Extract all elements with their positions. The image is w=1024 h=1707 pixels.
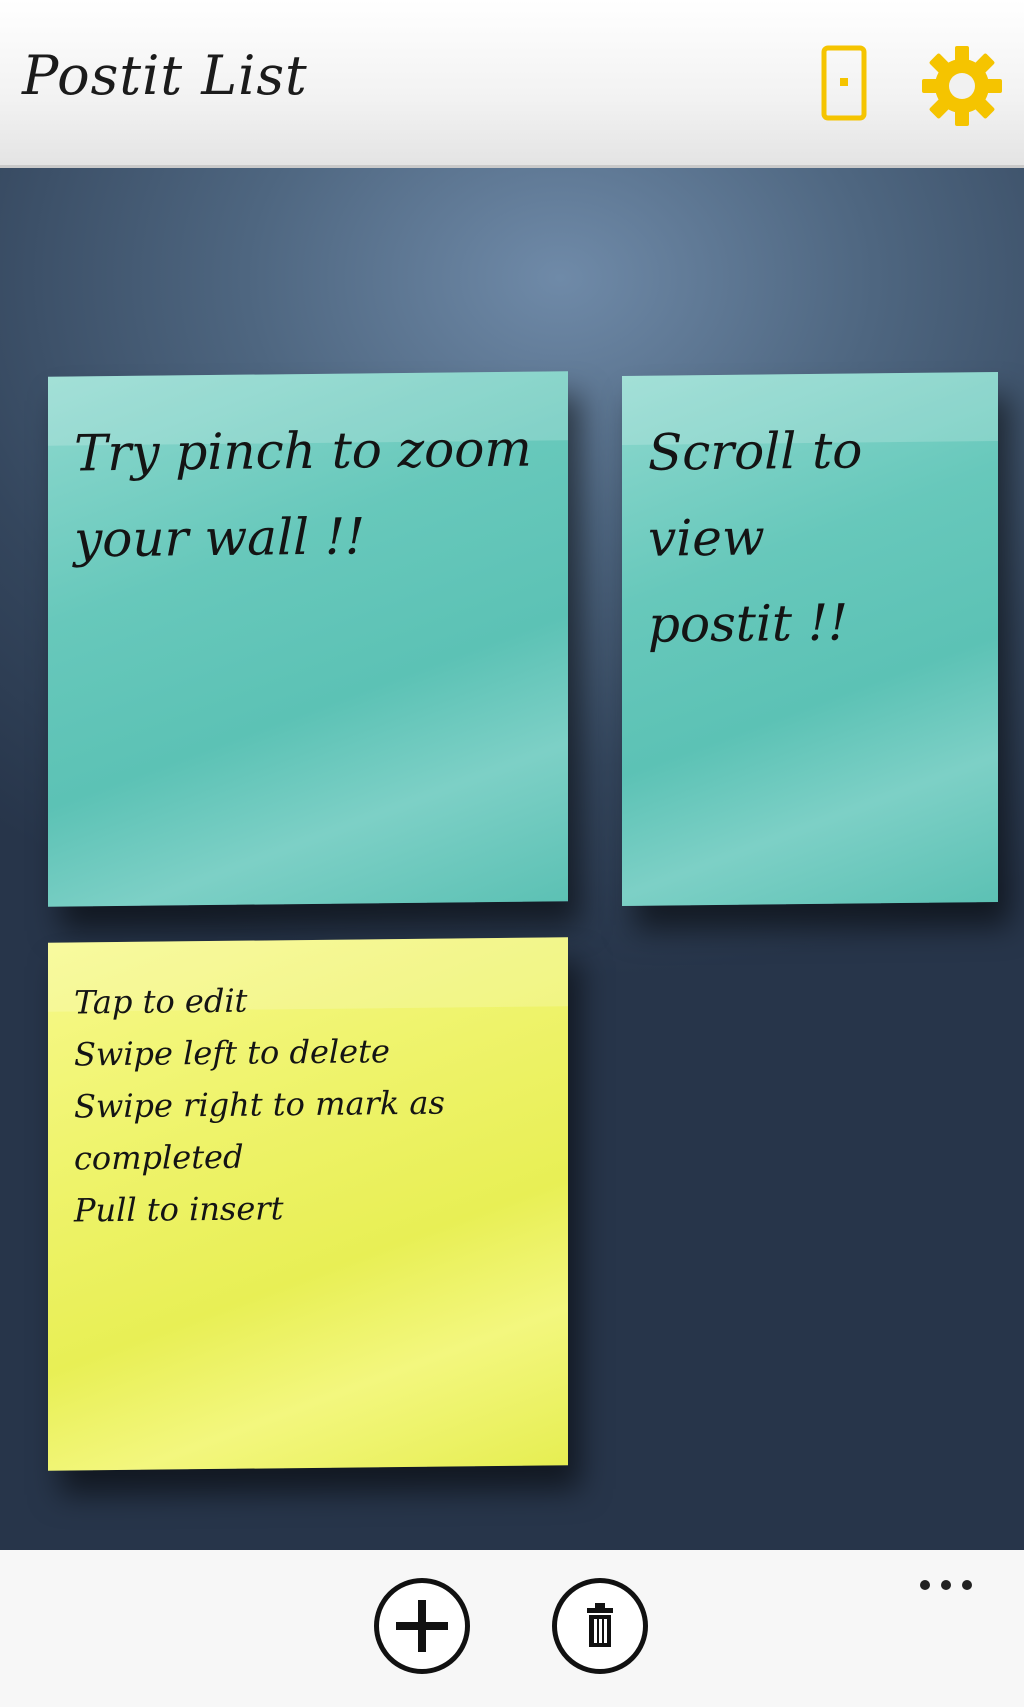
postit-note-text: Tap to edit Swipe left to delete Swipe r… <box>74 981 445 1230</box>
more-dot <box>962 1580 972 1590</box>
delete-button[interactable] <box>552 1578 648 1674</box>
page-title: Postit List <box>22 44 308 107</box>
add-button[interactable] <box>374 1578 470 1674</box>
delete-icon <box>587 1603 613 1647</box>
settings-button[interactable] <box>920 44 1004 128</box>
phone-icon <box>821 45 867 121</box>
postit-note[interactable]: Tap to edit Swipe left to delete Swipe r… <box>48 937 568 1471</box>
app-bar <box>0 1550 1024 1707</box>
add-icon <box>396 1600 448 1652</box>
more-options-button[interactable] <box>912 1570 980 1600</box>
postit-note-text: Scroll to view postit !! <box>648 421 863 654</box>
header-bar: Postit List <box>0 0 1024 168</box>
more-dot <box>920 1580 930 1590</box>
postit-wall[interactable]: Try pinch to zoom your wall !! Scroll to… <box>0 168 1024 1550</box>
postit-note[interactable]: Scroll to view postit !! <box>622 372 998 906</box>
more-dot <box>941 1580 951 1590</box>
postit-note[interactable]: Try pinch to zoom your wall !! <box>48 371 568 907</box>
phone-orientation-button[interactable] <box>820 44 872 124</box>
postit-note-text: Try pinch to zoom your wall !! <box>74 419 532 569</box>
gear-icon <box>922 46 1002 126</box>
